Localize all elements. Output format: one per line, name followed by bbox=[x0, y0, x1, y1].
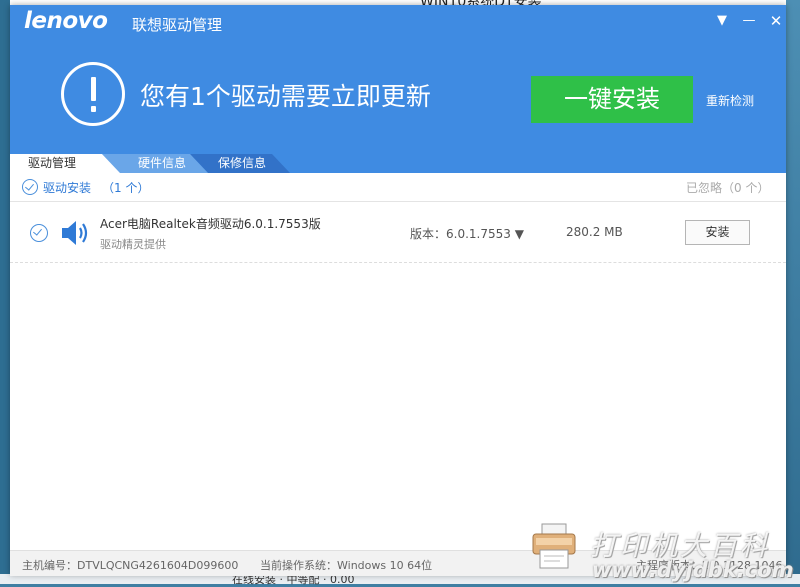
install-button[interactable]: 安装 bbox=[685, 220, 750, 245]
app-title: 联想驱动管理 bbox=[132, 16, 223, 34]
speaker-audio-icon bbox=[62, 221, 88, 245]
site-watermark: 打印机大百科 www.dyjdbk.com bbox=[522, 520, 800, 584]
minimize-button[interactable]: — bbox=[738, 11, 760, 31]
section-title[interactable]: 驱动安装 bbox=[43, 179, 91, 196]
section-count: （1 个） bbox=[102, 181, 150, 195]
tab-driver-management[interactable]: 驱动管理 bbox=[10, 154, 120, 173]
update-headline: 您有1个驱动需要立即更新 bbox=[140, 82, 431, 111]
header-banner: lenovo 联想驱动管理 ▼ — ✕ 您有1个驱动需要立即更新 一键安装 重新… bbox=[10, 5, 786, 173]
lenovo-driver-manager-window: lenovo 联想驱动管理 ▼ — ✕ 您有1个驱动需要立即更新 一键安装 重新… bbox=[10, 5, 786, 576]
driver-source: 驱动精灵提供 bbox=[100, 238, 166, 251]
ignored-count-link[interactable]: 已忽略（0 个） bbox=[686, 179, 769, 196]
desktop-left-edge bbox=[0, 0, 10, 584]
current-os: 当前操作系统：Windows 10 64位 bbox=[260, 559, 433, 572]
driver-version-select[interactable]: 版本：6.0.1.7553 ▼ bbox=[410, 225, 524, 242]
tab-label: 保修信息 bbox=[218, 156, 267, 170]
tab-label: 驱动管理 bbox=[28, 156, 77, 170]
menu-dropdown-icon[interactable]: ▼ bbox=[711, 11, 733, 31]
select-all-check-icon[interactable] bbox=[22, 179, 38, 195]
driver-install-section-header: 驱动安装 （1 个） 已忽略（0 个） bbox=[10, 173, 786, 202]
lenovo-logo: lenovo bbox=[24, 8, 108, 34]
printer-icon bbox=[532, 523, 576, 569]
tab-label: 硬件信息 bbox=[138, 156, 187, 170]
close-button[interactable]: ✕ bbox=[765, 11, 787, 31]
driver-select-check-icon[interactable] bbox=[30, 224, 48, 242]
recheck-link[interactable]: 重新检测 bbox=[706, 92, 754, 109]
driver-size: 280.2 MB bbox=[566, 225, 623, 239]
driver-list-item: Acer电脑Realtek音频驱动6.0.1.7553版 驱动精灵提供 版本：6… bbox=[10, 202, 786, 263]
host-id: 主机编号：DTVLQCNG4261604D099600 bbox=[22, 559, 239, 572]
driver-name: Acer电脑Realtek音频驱动6.0.1.7553版 bbox=[100, 217, 321, 231]
watermark-url: www.dyjdbk.com bbox=[592, 558, 794, 582]
exclamation-alert-icon bbox=[61, 62, 125, 126]
one-click-install-button[interactable]: 一键安装 bbox=[531, 76, 693, 123]
desktop-right-edge bbox=[786, 0, 800, 584]
